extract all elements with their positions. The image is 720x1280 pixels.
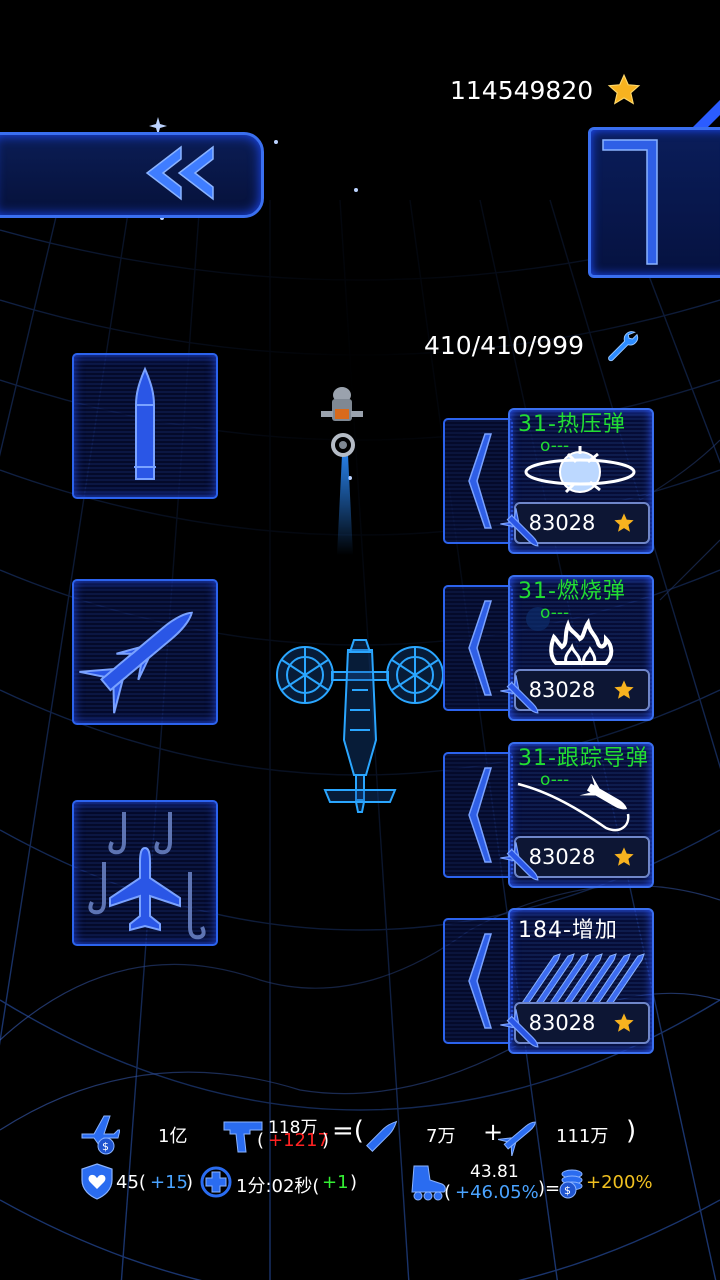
enemy-drone	[321, 387, 363, 555]
heal-close: )	[350, 1172, 358, 1193]
double-chevron-left-icon	[145, 145, 214, 201]
missile-badge-icon	[500, 1009, 539, 1048]
bonus-value: +200%	[586, 1172, 653, 1193]
currency-amount: 114549820	[450, 75, 594, 105]
weapon-slot-homing[interactable]	[72, 800, 218, 946]
star-icon	[614, 680, 635, 699]
speed-value: 43.81	[470, 1162, 519, 1182]
weapon-slot-missile[interactable]	[72, 579, 218, 725]
upgrade-level: o---	[540, 436, 570, 456]
stats-row-damage: $ 1亿 118万 ( +1217 ) =( 7万 + 111万 )	[0, 1110, 720, 1158]
upgrade-title: 31-跟踪导弹	[518, 746, 649, 771]
heal-value: 1分:02秒(	[236, 1176, 320, 1197]
equals-open: =(	[332, 1116, 364, 1146]
missile-badge-icon	[500, 842, 539, 881]
gun-paren-open: (	[257, 1130, 265, 1151]
wrench-icon	[608, 331, 639, 362]
upgrade-title: 31-燃烧弹	[518, 579, 626, 604]
plane-money-icon: $	[81, 1115, 120, 1155]
star-icon	[614, 513, 635, 532]
upgrade-title: 31-热压弹	[518, 412, 626, 437]
upgrade-title: 184-增加	[518, 918, 618, 943]
weapon-slot-bullet[interactable]	[72, 353, 218, 499]
bullet-icon	[134, 366, 156, 480]
missile-small-icon	[498, 1121, 536, 1156]
star-icon	[614, 847, 635, 866]
bullet-value: 7万	[426, 1126, 456, 1147]
gun-delta: +1217	[268, 1130, 329, 1151]
plane-value: 1亿	[158, 1126, 188, 1147]
speed-paren-open: (	[444, 1182, 452, 1203]
missile-badge-icon	[500, 675, 539, 714]
bullet-small-icon	[366, 1120, 398, 1152]
parts-count: 410/410/999	[424, 330, 584, 360]
heal-cross-icon	[200, 1166, 232, 1198]
coin-stack-icon: $	[559, 1169, 583, 1199]
shield-value: 45(	[116, 1172, 146, 1193]
missile-icon	[79, 611, 194, 714]
back-button[interactable]	[0, 132, 264, 218]
missile-badge-icon	[500, 508, 539, 547]
heal-delta: +1	[322, 1172, 349, 1193]
close-paren: )	[626, 1116, 637, 1146]
speed-delta: +46.05%	[455, 1182, 539, 1203]
roller-skate-icon	[411, 1165, 446, 1201]
gun-paren-close: )	[322, 1130, 330, 1151]
bracket-icon	[602, 139, 658, 265]
upgrade-level: o---	[540, 603, 570, 623]
star-icon	[614, 1013, 635, 1032]
parts-display: 410/410/999	[424, 325, 640, 365]
shield-heart-icon	[81, 1163, 113, 1200]
missile-value: 111万	[556, 1126, 609, 1147]
svg-text:$: $	[564, 1184, 571, 1197]
currency-display: 114549820	[450, 70, 641, 110]
stats-row-defense: 45( +15 ) 1分:02秒( +1 ) 43.81 ( +46.05% )…	[0, 1158, 720, 1206]
upgrade-level: o---	[540, 770, 570, 790]
game-screen: 114549820 410/410/999 31-热压弹 o--- 83028 …	[0, 0, 720, 1280]
plane-homing-icon	[88, 812, 206, 940]
shield-delta: +15	[150, 1172, 188, 1193]
shield-close: )	[186, 1172, 194, 1193]
player-aircraft	[276, 639, 444, 813]
svg-text:$: $	[102, 1140, 109, 1153]
star-icon	[607, 73, 641, 105]
side-panel-button[interactable]	[588, 127, 720, 278]
